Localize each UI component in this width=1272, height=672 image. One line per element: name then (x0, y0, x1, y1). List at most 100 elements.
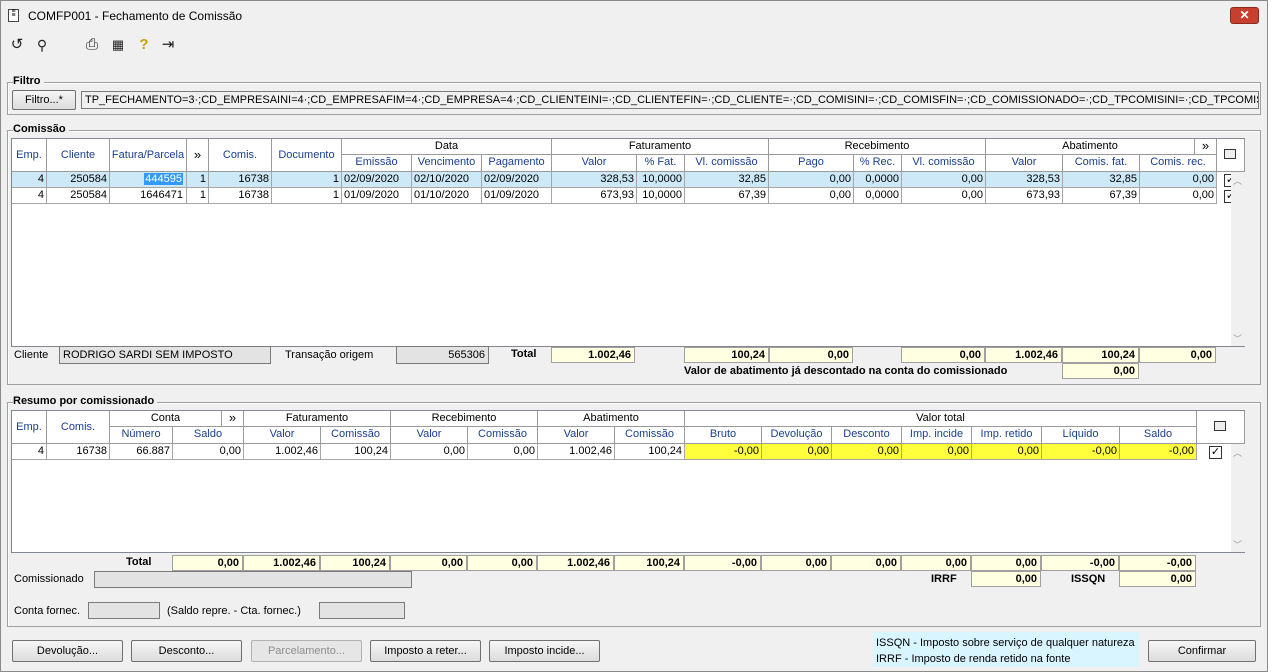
cell-pagamento[interactable]: 01/09/2020 (482, 188, 552, 204)
col-prec[interactable]: % Rec. (854, 155, 902, 172)
confirmar-button[interactable]: Confirmar (1148, 640, 1256, 662)
col-expand-arrow[interactable]: » (222, 411, 244, 427)
cell-emissao[interactable]: 01/09/2020 (342, 188, 412, 204)
cell-comisrec[interactable]: 0,00 (1140, 188, 1217, 204)
col-emp[interactable]: Emp. (12, 411, 47, 444)
cell-valor[interactable]: 328,53 (552, 172, 637, 188)
cell-comisfat[interactable]: 67,39 (1063, 188, 1140, 204)
col-pagamento[interactable]: Pagamento (482, 155, 552, 172)
table-row[interactable]: 4 250584 1646471 1 16738 1 01/09/2020 01… (12, 188, 1217, 204)
cell-valor-abat[interactable]: 328,53 (986, 172, 1063, 188)
cell-saldo-total[interactable]: -0,00 (1120, 444, 1197, 460)
cell-saldo[interactable]: 0,00 (173, 444, 244, 460)
table-row[interactable]: 4 250584 444595 1 16738 1 02/09/2020 02/… (12, 172, 1217, 188)
cell-avalor[interactable]: 1.002,46 (538, 444, 615, 460)
filtro-button[interactable]: Filtro...* (12, 90, 76, 110)
col-rcomissao[interactable]: Comissão (468, 427, 538, 444)
cell-fatura[interactable]: 444595 (110, 172, 187, 188)
cell-comis[interactable]: 16738 (209, 188, 272, 204)
col-comisfat[interactable]: Comis. fat. (1063, 155, 1140, 172)
select-all-icon[interactable] (1214, 421, 1226, 431)
cell-emp[interactable]: 4 (12, 188, 47, 204)
cell-documento[interactable]: 1 (272, 188, 342, 204)
col-avalor[interactable]: Valor (538, 427, 615, 444)
cell-vlcomissao[interactable]: 32,85 (685, 172, 769, 188)
col-vlcomissao[interactable]: Vl. comissão (685, 155, 769, 172)
cell-fcomissao[interactable]: 100,24 (321, 444, 391, 460)
cell-parcela[interactable]: 1 (187, 188, 209, 204)
cell-comis[interactable]: 16738 (209, 172, 272, 188)
col-numero[interactable]: Número (110, 427, 173, 444)
devolucao-button[interactable]: Devolução... (12, 640, 123, 662)
cell-pfat[interactable]: 10,0000 (637, 172, 685, 188)
cell-pago[interactable]: 0,00 (769, 172, 854, 188)
cell-vlcomissao-rec[interactable]: 0,00 (902, 188, 986, 204)
cell-prec[interactable]: 0,0000 (854, 172, 902, 188)
cell-pago[interactable]: 0,00 (769, 188, 854, 204)
col-comis[interactable]: Comis. (47, 411, 110, 444)
cell-cliente[interactable]: 250584 (47, 188, 110, 204)
col-vlcomissao-rec[interactable]: Vl. comissão (902, 155, 986, 172)
table-row[interactable]: 4 16738 66.887 0,00 1.002,46 100,24 0,00… (12, 444, 1197, 460)
col-vencimento[interactable]: Vencimento (412, 155, 482, 172)
cell-pfat[interactable]: 10,0000 (637, 188, 685, 204)
col-impretido[interactable]: Imp. retido (972, 427, 1042, 444)
vertical-scrollbar[interactable]: ︿ ﹀ (1231, 172, 1245, 346)
col-emp[interactable]: Emp. (12, 139, 47, 172)
scroll-down-icon[interactable]: ﹀ (1233, 538, 1242, 551)
exit-icon[interactable]: ⇥ (159, 37, 177, 53)
col-emissao[interactable]: Emissão (342, 155, 412, 172)
cell-parcela[interactable]: 1 (187, 172, 209, 188)
col-cliente[interactable]: Cliente (47, 139, 110, 172)
col-pago[interactable]: Pago (769, 155, 854, 172)
row-checkbox[interactable]: ✓ (1209, 446, 1222, 459)
search-icon[interactable]: ⚲ (33, 37, 51, 53)
col-rvalor[interactable]: Valor (391, 427, 468, 444)
help-icon[interactable]: ? (135, 37, 153, 53)
cell-valor-abat[interactable]: 673,93 (986, 188, 1063, 204)
scroll-up-icon[interactable]: ︿ (1233, 174, 1242, 187)
calendar-icon[interactable]: ▦ (109, 37, 127, 53)
cell-acomissao[interactable]: 100,24 (615, 444, 685, 460)
col-fcomissao[interactable]: Comissão (321, 427, 391, 444)
desconto-button[interactable]: Desconto... (131, 640, 242, 662)
cell-emp[interactable]: 4 (12, 172, 47, 188)
cell-documento[interactable]: 1 (272, 172, 342, 188)
cell-pagamento[interactable]: 02/09/2020 (482, 172, 552, 188)
cell-vencimento[interactable]: 02/10/2020 (412, 172, 482, 188)
cell-devolucao[interactable]: 0,00 (762, 444, 832, 460)
parcelamento-button[interactable]: Parcelamento... (251, 640, 362, 662)
col-saldo[interactable]: Saldo (173, 427, 244, 444)
col-comisrec[interactable]: Comis. rec. (1140, 155, 1217, 172)
col-valor-abat[interactable]: Valor (986, 155, 1063, 172)
cell-rvalor[interactable]: 0,00 (391, 444, 468, 460)
col-documento[interactable]: Documento (272, 139, 342, 172)
vertical-scrollbar[interactable]: ︿ ﹀ (1231, 444, 1245, 552)
cell-impincide[interactable]: 0,00 (902, 444, 972, 460)
cell-vencimento[interactable]: 01/10/2020 (412, 188, 482, 204)
scroll-down-icon[interactable]: ﹀ (1233, 332, 1242, 345)
col-acomissao[interactable]: Comissão (615, 427, 685, 444)
col-desconto[interactable]: Desconto (832, 427, 902, 444)
cell-bruto[interactable]: -0,00 (685, 444, 762, 460)
cell-cliente[interactable]: 250584 (47, 172, 110, 188)
cell-rcomissao[interactable]: 0,00 (468, 444, 538, 460)
col-select-all[interactable] (1197, 411, 1245, 444)
undo-icon[interactable]: ↺ (8, 37, 26, 53)
imposto-incide-button[interactable]: Imposto incide... (489, 640, 600, 662)
close-button[interactable]: ✕ (1230, 7, 1259, 24)
cell-comisfat[interactable]: 32,85 (1063, 172, 1140, 188)
cell-valor[interactable]: 673,93 (552, 188, 637, 204)
cell-fvalor[interactable]: 1.002,46 (244, 444, 321, 460)
cell-desconto[interactable]: 0,00 (832, 444, 902, 460)
cell-impretido[interactable]: 0,00 (972, 444, 1042, 460)
cell-fatura-selected-text[interactable]: 444595 (144, 173, 183, 185)
col-bruto[interactable]: Bruto (685, 427, 762, 444)
cell-liquido[interactable]: -0,00 (1042, 444, 1120, 460)
col-devolucao[interactable]: Devolução (762, 427, 832, 444)
scroll-up-icon[interactable]: ︿ (1233, 446, 1242, 459)
cell-emissao[interactable]: 02/09/2020 (342, 172, 412, 188)
col-expand-arrow[interactable]: » (187, 139, 209, 172)
cell-emp[interactable]: 4 (12, 444, 47, 460)
print-icon[interactable]: ⎙ (83, 37, 101, 53)
